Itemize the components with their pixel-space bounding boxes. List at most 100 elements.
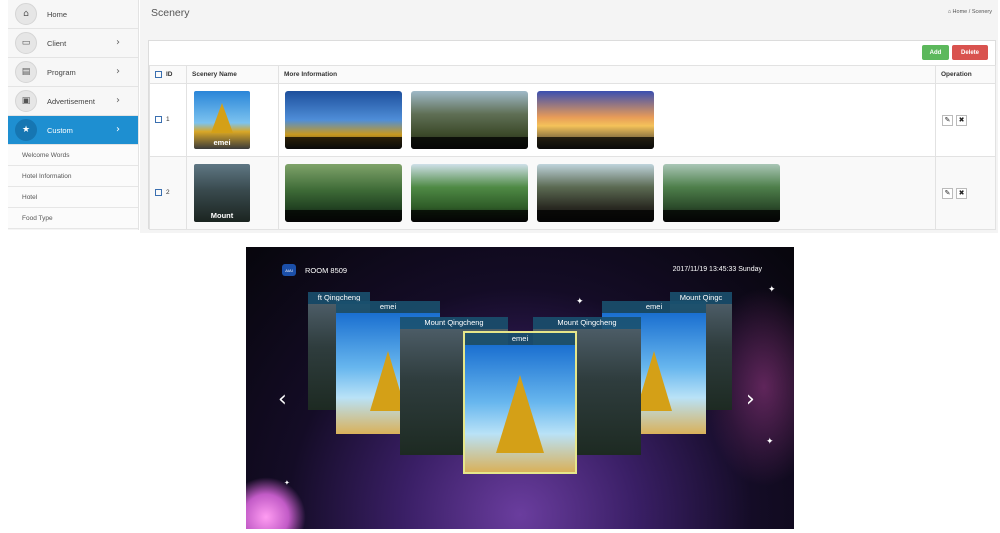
image-caption-bar xyxy=(411,210,528,222)
star-icon: ★ xyxy=(15,119,37,141)
admin-panel: ⌂ Home ▭ Client › ▤ Program › ▣ Advertis… xyxy=(0,0,1000,233)
breadcrumb-separator: / xyxy=(968,9,971,15)
scenery-table-panel: Add Delete ID Scenery Name More Informat… xyxy=(148,40,996,230)
edit-icon[interactable]: ✎ xyxy=(942,187,953,199)
scenery-image[interactable] xyxy=(411,164,528,222)
table-header-row: ID Scenery Name More Information Operati… xyxy=(149,65,996,84)
page-title: Scenery xyxy=(151,7,190,19)
id-cell: 1 xyxy=(149,83,187,157)
scenery-image[interactable] xyxy=(537,91,654,149)
scenery-thumbnail[interactable]: emei xyxy=(194,91,250,149)
scenery-image[interactable] xyxy=(663,164,780,222)
datetime: 2017/11/19 13:45:33 Sunday xyxy=(672,266,762,273)
sidebar-item-custom[interactable]: ★ Custom › xyxy=(8,116,138,145)
sidebar-subitem-welcome-words[interactable]: Welcome Words xyxy=(8,145,138,166)
sidebar-subitem-food-type[interactable]: Food Type xyxy=(8,208,138,229)
delete-button[interactable]: Delete xyxy=(952,45,988,60)
sparkle-icon: ✦ xyxy=(768,285,776,295)
chevron-left-icon[interactable]: ‹ xyxy=(278,387,287,412)
sidebar-subitem-hotel-information[interactable]: Hotel Information xyxy=(8,166,138,187)
hotel-logo: AIAI xyxy=(282,264,296,276)
monitor-icon: ▭ xyxy=(15,32,37,54)
operation-cell: ✎ ✖ xyxy=(935,156,996,230)
edit-icon[interactable]: ✎ xyxy=(942,114,953,126)
select-all-checkbox[interactable] xyxy=(155,70,162,78)
tv-screen: ✦ ✦ ✦ ✦ AIAI ROOM 8509 2017/11/19 13:45:… xyxy=(246,247,794,529)
image-caption-bar xyxy=(537,137,654,149)
add-button[interactable]: Add xyxy=(922,45,949,60)
card-image xyxy=(465,345,575,472)
sidebar-item-client[interactable]: ▭ Client › xyxy=(8,29,138,58)
sidebar: ⌂ Home ▭ Client › ▤ Program › ▣ Advertis… xyxy=(8,0,139,230)
statue-shape xyxy=(636,351,672,411)
card-caption: emei xyxy=(602,301,706,313)
sidebar-item-label: Program xyxy=(47,67,76,77)
table-row: 1 emei ✎ ✖ xyxy=(149,83,996,157)
column-header-name: Scenery Name xyxy=(186,65,279,84)
image-list xyxy=(279,91,935,149)
scenery-name: Mount xyxy=(210,211,234,220)
chevron-right-icon: › xyxy=(116,66,120,77)
scenery-image[interactable] xyxy=(411,91,528,149)
background-glow xyxy=(246,477,306,529)
image-list xyxy=(279,164,935,222)
scenery-image[interactable] xyxy=(285,164,402,222)
name-cell: Mount xyxy=(186,156,279,230)
statue-shape xyxy=(496,375,544,453)
sidebar-item-label: Client xyxy=(47,38,67,48)
sidebar-item-program[interactable]: ▤ Program › xyxy=(8,58,138,87)
id-cell: 2 xyxy=(149,156,187,230)
home-icon: ⌂ xyxy=(15,3,37,25)
chevron-right-icon[interactable]: › xyxy=(746,387,755,412)
row-id: 1 xyxy=(166,116,170,124)
sidebar-item-home[interactable]: ⌂ Home xyxy=(8,0,138,29)
chevron-right-icon: › xyxy=(116,124,120,135)
sidebar-item-advertisement[interactable]: ▣ Advertisement › xyxy=(8,87,138,116)
scenery-name: emei xyxy=(213,138,231,147)
card-caption: Mount Qingcheng xyxy=(400,317,508,329)
home-icon: ⌂ xyxy=(947,9,952,15)
operation-cell: ✎ ✖ xyxy=(935,83,996,157)
breadcrumb: ⌂ Home / Scenery xyxy=(948,9,992,15)
breadcrumb-home[interactable]: Home xyxy=(953,9,968,15)
statue-shape xyxy=(211,103,233,133)
scenery-image[interactable] xyxy=(537,164,654,222)
row-id: 2 xyxy=(166,189,170,197)
delete-icon[interactable]: ✖ xyxy=(956,187,967,199)
scenery-table: ID Scenery Name More Information Operati… xyxy=(149,65,996,230)
table-row: 2 Mount ✎ ✖ xyxy=(149,156,996,230)
image-caption-bar xyxy=(411,137,528,149)
column-label: ID xyxy=(166,71,173,79)
row-checkbox[interactable] xyxy=(155,116,162,124)
column-header-operation: Operation xyxy=(935,65,996,84)
room-number: ROOM 8509 xyxy=(305,266,348,275)
sidebar-subitem-hotel[interactable]: Hotel xyxy=(8,187,138,208)
main-content: Scenery ⌂ Home / Scenery Add Delete ID S… xyxy=(140,0,998,233)
info-cell xyxy=(278,156,936,230)
sparkle-icon: ✦ xyxy=(576,297,584,307)
sparkle-icon: ✦ xyxy=(284,479,290,487)
carousel-card-selected[interactable]: emei xyxy=(463,331,577,474)
sparkle-icon: ✦ xyxy=(766,437,774,447)
info-cell xyxy=(278,83,936,157)
image-caption-bar xyxy=(537,210,654,222)
image-caption-bar xyxy=(285,137,402,149)
breadcrumb-current: Scenery xyxy=(971,9,992,15)
delete-icon[interactable]: ✖ xyxy=(956,114,967,126)
row-checkbox[interactable] xyxy=(155,189,162,197)
scenery-thumbnail[interactable]: Mount xyxy=(194,164,250,222)
sidebar-item-label: Advertisement xyxy=(47,96,95,106)
picture-icon: ▣ xyxy=(15,90,37,112)
sidebar-item-label: Custom xyxy=(47,125,73,135)
film-icon: ▤ xyxy=(15,61,37,83)
image-caption-bar xyxy=(663,210,780,222)
card-caption: emei xyxy=(336,301,440,313)
name-cell: emei xyxy=(186,83,279,157)
scenery-image[interactable] xyxy=(285,91,402,149)
chevron-right-icon: › xyxy=(116,95,120,106)
column-header-id: ID xyxy=(149,65,187,84)
chevron-right-icon: › xyxy=(116,37,120,48)
image-caption-bar xyxy=(285,210,402,222)
sidebar-item-label: Home xyxy=(47,9,68,19)
column-header-info: More Information xyxy=(278,65,936,84)
